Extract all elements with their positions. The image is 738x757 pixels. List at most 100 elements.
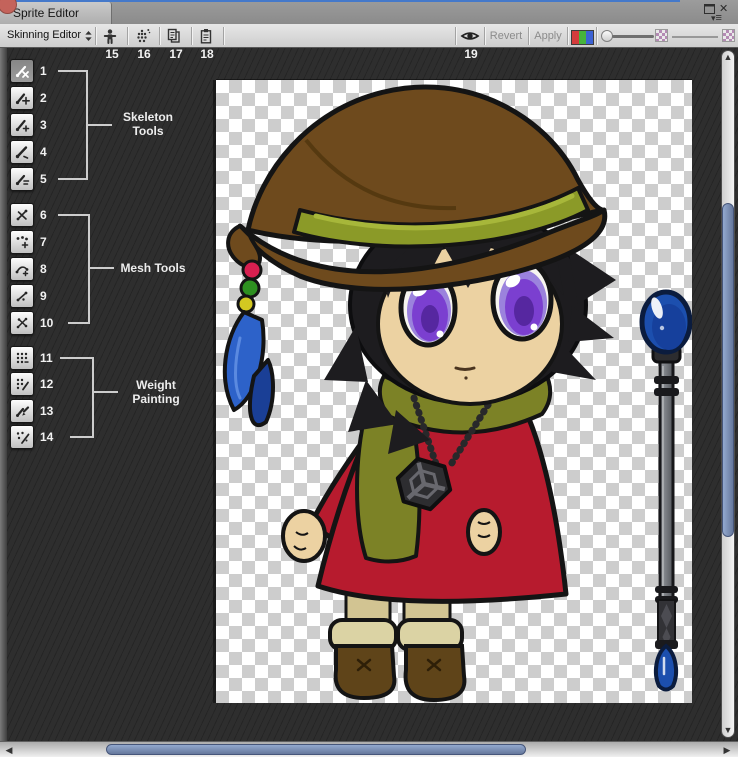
window-title: Sprite Editor — [13, 6, 79, 20]
mode-dropdown[interactable]: Skinning Editor — [2, 26, 94, 45]
character-sprite — [216, 80, 692, 703]
bracket-weight — [92, 357, 94, 438]
workspace: 15 16 17 18 19 1 2 3 4 5 6 7 8 9 10 — [0, 48, 738, 741]
tool-button-6[interactable] — [10, 203, 34, 227]
callout-18: 18 — [195, 47, 219, 61]
reset-pose-button[interactable] — [98, 26, 122, 46]
horizontal-scrollbar[interactable]: ◀ ▶ — [0, 741, 738, 757]
bracket-skeleton — [58, 70, 86, 72]
bracket-mesh — [58, 214, 88, 216]
separator — [596, 27, 597, 45]
tool-button-12[interactable] — [10, 372, 34, 396]
opacity-checker-icon — [655, 29, 668, 42]
bracket-weight — [70, 436, 92, 438]
bead-red — [243, 261, 261, 279]
weights-auto-icon — [14, 350, 30, 366]
tool-button-5[interactable] — [10, 167, 34, 191]
toggle-mesh-button[interactable] — [130, 26, 154, 46]
visibility-eye-icon — [460, 28, 480, 44]
staff-ring — [654, 376, 679, 384]
scroll-down-icon[interactable]: ▼ — [721, 724, 735, 736]
separator — [484, 27, 485, 45]
vertex-add-icon — [14, 234, 30, 250]
tool-button-9[interactable] — [10, 284, 34, 308]
bracket-mesh — [88, 214, 90, 324]
copy-button[interactable] — [162, 26, 186, 46]
paste-button[interactable] — [194, 26, 218, 46]
hand-left — [283, 511, 325, 561]
tool-button-13[interactable] — [10, 399, 34, 423]
bead-green — [241, 279, 259, 297]
bone-influence-icon — [14, 429, 30, 445]
color-overlay-swatch[interactable] — [571, 30, 594, 45]
weights-brush-icon — [14, 403, 30, 419]
tool-callout-7: 7 — [40, 230, 68, 254]
separator — [223, 27, 224, 45]
staff-orb-glint — [660, 326, 664, 330]
weights-slider-icon — [14, 376, 30, 392]
tool-button-10[interactable] — [10, 311, 34, 335]
bone-list-icon — [14, 171, 30, 187]
tool-callout-9: 9 — [40, 284, 68, 308]
boot-right — [406, 646, 465, 700]
tool-button-11[interactable] — [10, 346, 34, 370]
sprite-editor-window: { "window": { "tab_title": "Sprite Edito… — [0, 0, 738, 757]
tool-callout-2: 2 — [40, 86, 68, 110]
sprite-canvas[interactable] — [216, 80, 692, 703]
vertical-scrollbar-thumb[interactable] — [722, 203, 734, 537]
hand-right — [468, 510, 500, 554]
tool-callout-3: 3 — [40, 113, 68, 137]
separator — [528, 27, 529, 45]
window-menu-icon[interactable]: ▾≡ — [711, 12, 722, 24]
bracket-mesh — [68, 322, 88, 324]
scroll-right-icon[interactable]: ▶ — [720, 744, 734, 756]
weight-opacity-slider-track[interactable] — [672, 36, 718, 38]
staff-gem — [656, 646, 676, 690]
callout-19: 19 — [459, 47, 483, 61]
overlay-opacity-slider-track[interactable] — [612, 35, 654, 38]
tool-button-2[interactable] — [10, 86, 34, 110]
mesh-generate-icon — [14, 207, 30, 223]
group-label-mesh-tools: Mesh Tools — [114, 261, 192, 275]
title-bar: Sprite Editor ✕ ▾≡ — [0, 0, 738, 24]
horizontal-scrollbar-thumb[interactable] — [106, 744, 526, 755]
callout-15: 15 — [100, 47, 124, 61]
visibility-button[interactable] — [458, 26, 482, 46]
separator — [127, 27, 128, 45]
tool-callout-14: 14 — [40, 425, 68, 449]
window-left-edge — [0, 48, 7, 741]
staff-ring — [655, 586, 678, 593]
callout-16: 16 — [132, 47, 156, 61]
chin-dot — [464, 376, 467, 379]
tool-button-4[interactable] — [10, 140, 34, 164]
paste-icon — [197, 28, 215, 44]
mouth — [456, 368, 474, 370]
tool-button-14[interactable] — [10, 425, 34, 449]
scroll-left-icon[interactable]: ◀ — [2, 744, 16, 756]
mode-dropdown-label: Skinning Editor — [7, 26, 81, 45]
character-body — [283, 374, 566, 700]
tool-button-1[interactable] — [10, 59, 34, 83]
updown-arrows-icon — [84, 30, 93, 42]
mesh-edit-icon — [14, 315, 30, 331]
blue-stripe — [586, 31, 593, 44]
revert-button[interactable]: Revert — [486, 26, 526, 46]
tool-callout-12: 12 — [40, 372, 68, 396]
edge-add-icon — [14, 261, 30, 277]
toolbar: Skinning Editor — [0, 24, 738, 48]
tool-callout-8: 8 — [40, 257, 68, 281]
tool-callout-13: 13 — [40, 399, 68, 423]
staff-ring — [654, 388, 679, 396]
tool-button-8[interactable] — [10, 257, 34, 281]
weight-checker-icon — [722, 29, 735, 42]
tool-button-7[interactable] — [10, 230, 34, 254]
separator — [455, 27, 456, 45]
group-label-skeleton-tools: SkeletonTools — [108, 110, 188, 138]
separator — [567, 27, 568, 45]
dotted-figure-icon — [133, 28, 151, 44]
scroll-up-icon[interactable]: ▲ — [721, 51, 735, 63]
red-stripe — [572, 31, 579, 44]
boot-left — [336, 646, 395, 698]
apply-button[interactable]: Apply — [530, 26, 566, 46]
tool-button-3[interactable] — [10, 113, 34, 137]
